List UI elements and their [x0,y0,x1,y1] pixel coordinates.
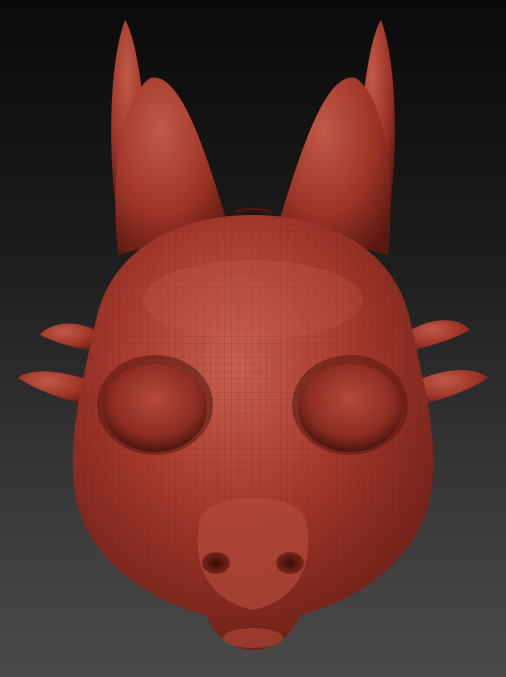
eye-hole-left [97,355,213,455]
chin [223,628,283,648]
dragon-mask-icon [18,20,488,650]
nostril-right [276,552,304,574]
sculpt-viewport[interactable] [0,0,506,677]
eye-hole-right [292,355,408,455]
nostril-left [202,552,230,574]
